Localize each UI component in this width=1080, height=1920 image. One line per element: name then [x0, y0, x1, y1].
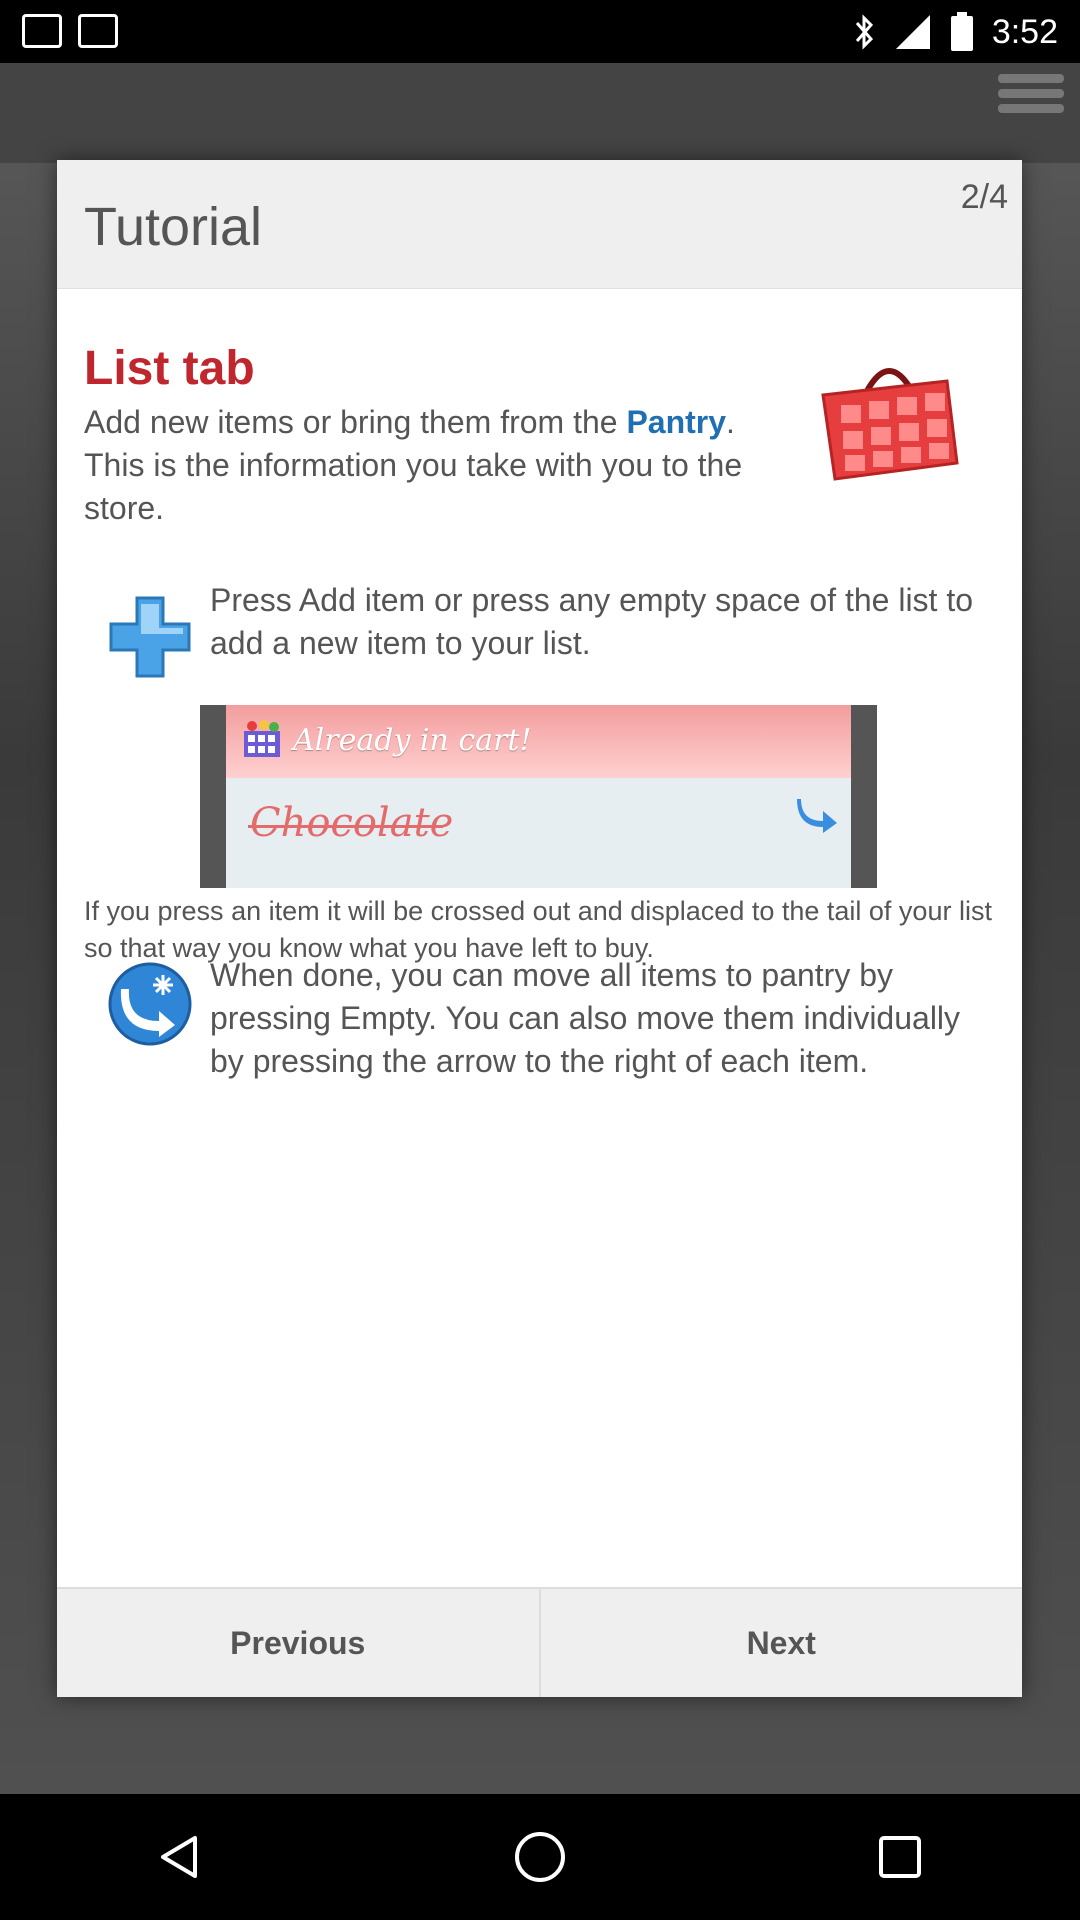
preview-item-text: Chocolate [250, 800, 454, 846]
page-counter: 2/4 [960, 178, 1008, 216]
gallery-notification-icon [78, 14, 118, 48]
pantry-link: Pantry [626, 404, 727, 440]
clock: 3:52 [991, 12, 1058, 51]
dialog-title: Tutorial [84, 197, 263, 257]
status-bar: 3:52 [0, 0, 1080, 63]
move-items-tip: When done, you can move all items to pan… [210, 957, 961, 1079]
cart-icon [244, 720, 280, 757]
section-title: List tab [84, 342, 255, 395]
add-item-tip: Press Add item or press any empty space … [210, 582, 974, 661]
strikethrough-line [248, 825, 443, 828]
back-icon [161, 1836, 197, 1878]
notification-icons [22, 14, 118, 48]
back-button[interactable] [150, 1827, 210, 1887]
shopping-basket-icon [821, 368, 959, 481]
tutorial-dialog: Tutorial 2/4 List tab Add new items or b… [57, 160, 1022, 1697]
home-icon [515, 1832, 565, 1882]
navigation-bar [0, 1794, 1080, 1920]
app-toolbar-background [0, 63, 1080, 163]
dialog-header: Tutorial 2/4 [57, 160, 1022, 289]
preview-banner-text: Already in cart! [293, 723, 532, 758]
image-notification-icon [22, 14, 62, 48]
dialog-buttons: Previous Next [57, 1587, 1022, 1697]
bluetooth-icon [855, 14, 873, 50]
intro-text-start: Add new items or bring them from the [84, 404, 627, 440]
move-to-pantry-icon [108, 962, 192, 1046]
status-icons: 3:52 [854, 10, 1058, 54]
signal-icon [895, 15, 930, 49]
home-button[interactable] [510, 1827, 570, 1887]
dialog-content: List tab Add new items or bring them fro… [57, 289, 1022, 1587]
plus-icon [109, 596, 191, 678]
recents-button[interactable] [870, 1827, 930, 1887]
move-arrow-icon [797, 799, 837, 833]
previous-button[interactable]: Previous [57, 1589, 541, 1697]
menu-icon [998, 68, 1064, 128]
next-button[interactable]: Next [540, 1589, 1022, 1697]
list-preview-image: Already in cart! Chocolate [200, 705, 877, 888]
intro-text: Add new items or bring them from the Pan… [84, 401, 744, 530]
recents-icon [879, 1836, 921, 1878]
battery-icon [950, 12, 973, 51]
